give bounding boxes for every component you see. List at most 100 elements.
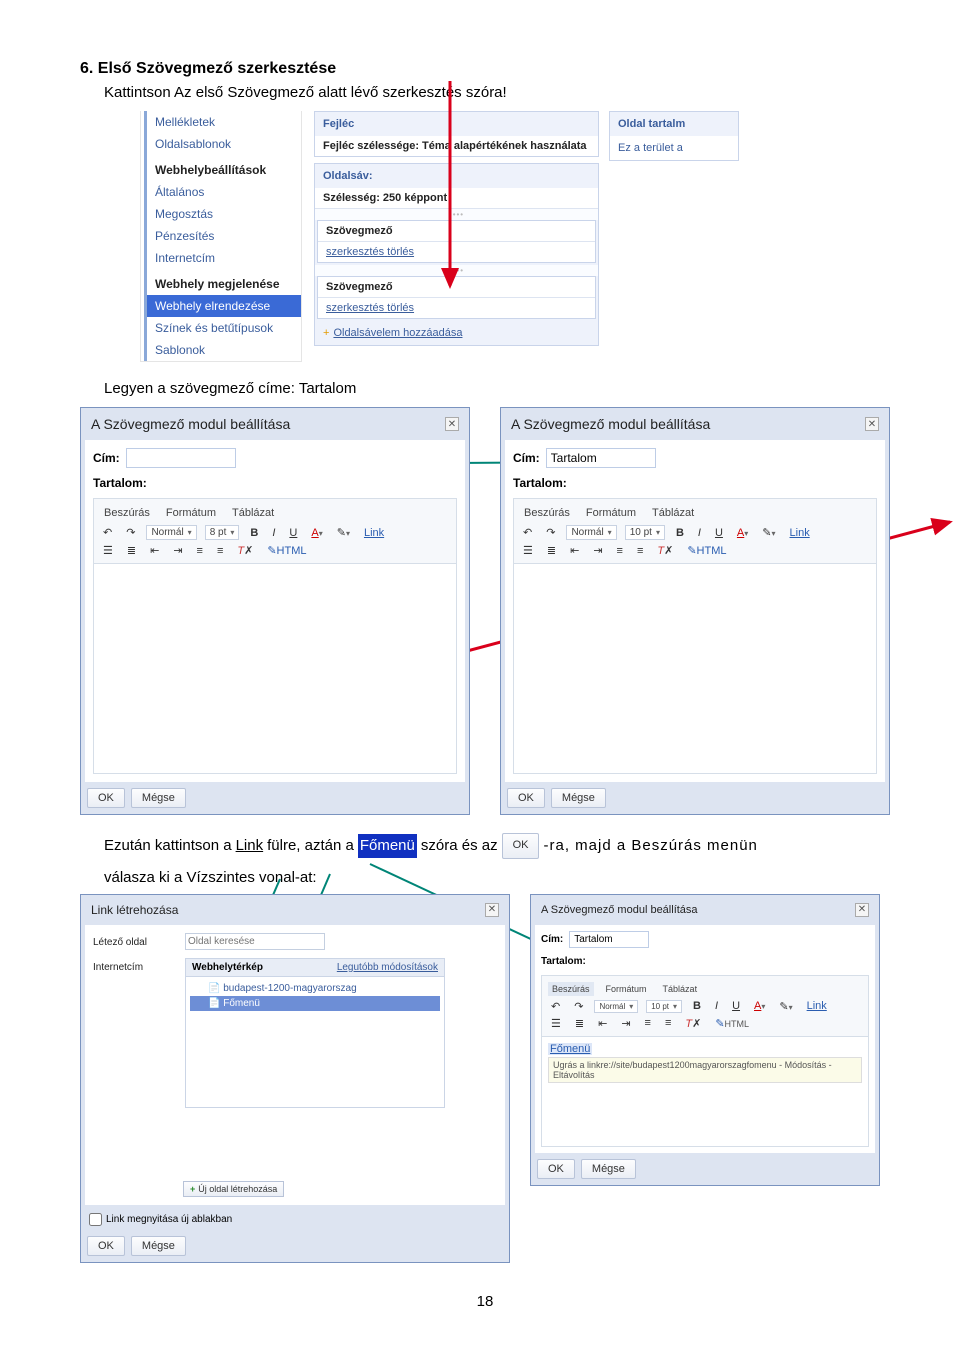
menu-templates[interactable]: Sablonok bbox=[147, 339, 301, 361]
ul-icon[interactable]: ≣ bbox=[124, 544, 139, 557]
tab-insert[interactable]: Beszúrás bbox=[100, 505, 154, 521]
highlight-icon[interactable]: ✎▾ bbox=[759, 526, 778, 539]
link-button[interactable]: Link bbox=[361, 527, 387, 539]
ok-button[interactable]: OK bbox=[87, 1236, 125, 1256]
close-icon[interactable]: ✕ bbox=[485, 903, 499, 917]
italic-icon[interactable]: I bbox=[269, 527, 278, 539]
cim-input[interactable] bbox=[126, 448, 236, 468]
ok-button[interactable]: OK bbox=[537, 1159, 575, 1179]
outdent-icon[interactable]: ⇤ bbox=[147, 544, 162, 557]
ok-button[interactable]: OK bbox=[87, 788, 125, 808]
bold-icon[interactable]: B bbox=[690, 1000, 704, 1012]
tab-table[interactable]: Táblázat bbox=[648, 505, 698, 521]
menu-general[interactable]: Általános bbox=[147, 181, 301, 203]
add-new-page-button[interactable]: +Új oldal létrehozása bbox=[183, 1181, 284, 1197]
redo-icon[interactable]: ↷ bbox=[543, 526, 558, 539]
bold-icon[interactable]: B bbox=[673, 527, 687, 539]
open-new-window-checkbox[interactable] bbox=[89, 1213, 102, 1226]
menu-site-layout[interactable]: Webhely elrendezése bbox=[147, 295, 301, 317]
cim-input[interactable] bbox=[546, 448, 656, 468]
outdent-icon[interactable]: ⇤ bbox=[595, 1017, 610, 1030]
add-sidebar-item[interactable]: +Oldalsávelem hozzáadása bbox=[315, 321, 598, 345]
textbox-1-edit[interactable]: szerkesztés bbox=[326, 246, 384, 258]
tree-item-selected[interactable]: 📄 Főmenü bbox=[190, 996, 440, 1011]
cancel-button[interactable]: Mégse bbox=[551, 788, 606, 808]
tree-item[interactable]: 📄 budapest-1200-magyarorszag bbox=[190, 981, 440, 996]
html-button[interactable]: ✎HTML bbox=[264, 544, 309, 557]
editor-area[interactable] bbox=[513, 564, 877, 774]
menu-monetize[interactable]: Pénzesítés bbox=[147, 225, 301, 247]
format-select[interactable]: Normál bbox=[146, 525, 196, 540]
text-color-icon[interactable]: A▾ bbox=[308, 527, 325, 539]
cancel-button[interactable]: Mégse bbox=[131, 1236, 186, 1256]
italic-icon[interactable]: I bbox=[695, 527, 704, 539]
format-select[interactable]: Normál bbox=[566, 525, 616, 540]
undo-icon[interactable]: ↶ bbox=[520, 526, 535, 539]
text-color-icon[interactable]: A▾ bbox=[751, 1000, 768, 1012]
format-select[interactable]: Normál bbox=[594, 1000, 638, 1013]
page-search-input[interactable] bbox=[185, 933, 325, 950]
indent-icon[interactable]: ⇥ bbox=[170, 544, 185, 557]
undo-icon[interactable]: ↶ bbox=[100, 526, 115, 539]
textbox-2-edit[interactable]: szerkesztés bbox=[326, 302, 384, 314]
menu-sharing[interactable]: Megosztás bbox=[147, 203, 301, 225]
size-select[interactable]: 8 pt bbox=[205, 525, 240, 540]
tab-format[interactable]: Formátum bbox=[602, 982, 651, 996]
highlight-icon[interactable]: ✎▾ bbox=[334, 526, 353, 539]
link-button[interactable]: Link bbox=[787, 527, 813, 539]
bold-icon[interactable]: B bbox=[247, 527, 261, 539]
underline-icon[interactable]: U bbox=[286, 527, 300, 539]
ul-icon[interactable]: ≣ bbox=[572, 1017, 587, 1030]
align-center-icon[interactable]: ≡ bbox=[662, 1017, 674, 1029]
editor-area[interactable]: Főmenü Ugrás a linkre://site/budapest120… bbox=[541, 1037, 869, 1147]
menu-web-address[interactable]: Internetcím bbox=[147, 247, 301, 269]
textbox-1-delete[interactable]: törlés bbox=[387, 246, 414, 258]
text-color-icon[interactable]: A▾ bbox=[734, 527, 751, 539]
clear-format-icon[interactable]: T✗ bbox=[654, 544, 676, 557]
redo-icon[interactable]: ↷ bbox=[123, 526, 138, 539]
tab-format[interactable]: Formátum bbox=[582, 505, 640, 521]
textbox-2-delete[interactable]: törlés bbox=[387, 302, 414, 314]
ol-icon[interactable]: ☰ bbox=[520, 544, 536, 557]
menu-page-templates[interactable]: Oldalsablonok bbox=[147, 133, 301, 155]
tab-format[interactable]: Formátum bbox=[162, 505, 220, 521]
clear-format-icon[interactable]: T✗ bbox=[234, 544, 256, 557]
cim-input[interactable] bbox=[569, 931, 649, 948]
align-left-icon[interactable]: ≡ bbox=[194, 545, 206, 557]
tab-table[interactable]: Táblázat bbox=[228, 505, 278, 521]
ul-icon[interactable]: ≣ bbox=[544, 544, 559, 557]
highlight-icon[interactable]: ✎▾ bbox=[776, 1000, 795, 1013]
align-center-icon[interactable]: ≡ bbox=[214, 545, 226, 557]
indent-icon[interactable]: ⇥ bbox=[590, 544, 605, 557]
underline-icon[interactable]: U bbox=[729, 1000, 743, 1012]
editor-area[interactable] bbox=[93, 564, 457, 774]
recent-changes-link[interactable]: Legutóbb módosítások bbox=[337, 962, 438, 973]
close-icon[interactable]: ✕ bbox=[445, 417, 459, 431]
clear-format-icon[interactable]: T✗ bbox=[682, 1017, 704, 1030]
link-button[interactable]: Link bbox=[804, 1000, 830, 1012]
align-left-icon[interactable]: ≡ bbox=[642, 1017, 654, 1029]
inserted-link[interactable]: Főmenü bbox=[548, 1043, 592, 1055]
size-select[interactable]: 10 pt bbox=[646, 1000, 682, 1013]
tab-table[interactable]: Táblázat bbox=[659, 982, 702, 996]
undo-icon[interactable]: ↶ bbox=[548, 1000, 563, 1013]
html-button[interactable]: ✎HTML bbox=[684, 544, 729, 557]
cancel-button[interactable]: Mégse bbox=[581, 1159, 636, 1179]
ol-icon[interactable]: ☰ bbox=[100, 544, 116, 557]
ol-icon[interactable]: ☰ bbox=[548, 1017, 564, 1030]
italic-icon[interactable]: I bbox=[712, 1000, 721, 1012]
tab-insert[interactable]: Beszúrás bbox=[520, 505, 574, 521]
ok-button-inline[interactable]: OK bbox=[502, 833, 540, 859]
close-icon[interactable]: ✕ bbox=[865, 417, 879, 431]
align-left-icon[interactable]: ≡ bbox=[614, 545, 626, 557]
indent-icon[interactable]: ⇥ bbox=[618, 1017, 633, 1030]
align-center-icon[interactable]: ≡ bbox=[634, 545, 646, 557]
size-select[interactable]: 10 pt bbox=[625, 525, 665, 540]
ok-button[interactable]: OK bbox=[507, 788, 545, 808]
menu-attachments[interactable]: Mellékletek bbox=[147, 111, 301, 133]
underline-icon[interactable]: U bbox=[712, 527, 726, 539]
cancel-button[interactable]: Mégse bbox=[131, 788, 186, 808]
outdent-icon[interactable]: ⇤ bbox=[567, 544, 582, 557]
tab-insert[interactable]: Beszúrás bbox=[548, 982, 594, 996]
close-icon[interactable]: ✕ bbox=[855, 903, 869, 917]
